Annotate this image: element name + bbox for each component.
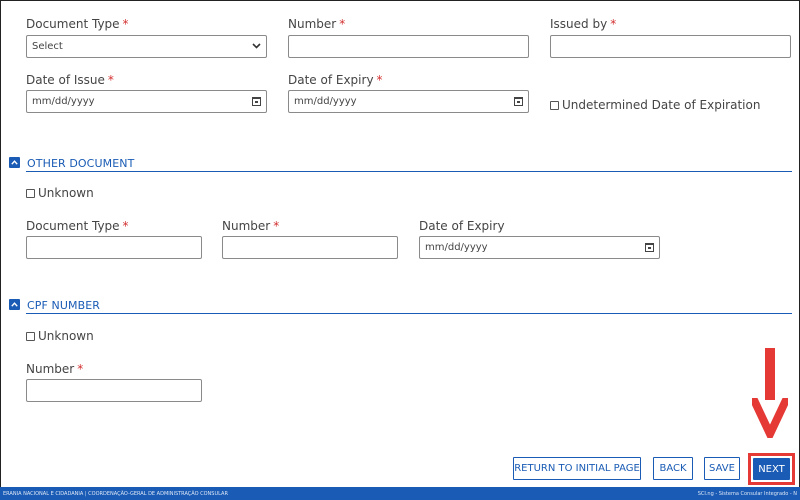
other-doc-type-input[interactable]	[26, 236, 202, 259]
date-issue-placeholder: mm/dd/yyyy	[32, 96, 95, 107]
footer-bar: ERANIA NACIONAL E CIDADANIA | COORDENAÇÃ…	[0, 487, 800, 500]
other-document-title: OTHER DOCUMENT	[27, 157, 135, 170]
other-number-input[interactable]	[222, 236, 398, 259]
footer-right-text: SCI.ng - Sistema Consular Integrado - N	[697, 490, 797, 497]
date-expiry-label: Date of Expiry *	[288, 73, 383, 87]
checkbox-box[interactable]	[26, 331, 35, 341]
other-date-expiry-label: Date of Expiry	[419, 219, 505, 233]
cpf-unknown-checkbox[interactable]: Unknown	[26, 329, 94, 343]
number-label: Number *	[288, 17, 346, 31]
issued-by-label: Issued by *	[550, 17, 617, 31]
doc-type-label: Document Type *	[26, 17, 129, 31]
cpf-collapse-toggle[interactable]	[9, 299, 20, 310]
unknown-label: Unknown	[38, 329, 94, 343]
doc-type-select-value: Select	[32, 41, 63, 52]
date-issue-input[interactable]: mm/dd/yyyy	[26, 90, 267, 113]
number-input[interactable]	[288, 35, 529, 58]
other-document-collapse-toggle[interactable]	[9, 157, 20, 168]
chevron-up-icon	[11, 160, 18, 165]
calendar-icon[interactable]	[514, 97, 523, 106]
next-button[interactable]: NEXT	[753, 458, 790, 480]
calendar-icon[interactable]	[645, 243, 654, 252]
down-arrow-annotation-head	[752, 398, 788, 438]
date-expiry-input[interactable]: mm/dd/yyyy	[288, 90, 529, 113]
issued-by-input[interactable]	[550, 35, 791, 58]
back-button[interactable]: BACK	[653, 457, 693, 480]
chevron-up-icon	[11, 302, 18, 307]
undetermined-expiration-label: Undetermined Date of Expiration	[562, 98, 761, 112]
unknown-label: Unknown	[38, 186, 94, 200]
other-date-expiry-placeholder: mm/dd/yyyy	[425, 242, 488, 253]
other-date-expiry-input[interactable]: mm/dd/yyyy	[419, 236, 660, 259]
save-button[interactable]: SAVE	[704, 457, 740, 480]
return-initial-page-button[interactable]: RETURN TO INITIAL PAGE	[513, 457, 641, 480]
checkbox-box[interactable]	[550, 100, 559, 110]
down-arrow-annotation	[765, 348, 775, 400]
section-divider	[26, 171, 792, 172]
checkbox-box[interactable]	[26, 188, 35, 198]
other-doc-type-label: Document Type *	[26, 219, 129, 233]
section-divider	[26, 313, 792, 314]
cpf-number-label: Number *	[26, 362, 84, 376]
cpf-number-input[interactable]	[26, 379, 202, 402]
other-number-label: Number *	[222, 219, 280, 233]
other-document-unknown-checkbox[interactable]: Unknown	[26, 186, 94, 200]
calendar-icon[interactable]	[252, 97, 261, 106]
footer-left-text: ERANIA NACIONAL E CIDADANIA | COORDENAÇÃ…	[3, 490, 228, 497]
chevron-down-icon	[252, 41, 261, 52]
date-issue-label: Date of Issue *	[26, 73, 114, 87]
cpf-title: CPF NUMBER	[27, 299, 101, 312]
doc-type-select[interactable]: Select	[26, 35, 267, 58]
undetermined-expiration-checkbox[interactable]: Undetermined Date of Expiration	[550, 98, 760, 112]
date-expiry-placeholder: mm/dd/yyyy	[294, 96, 357, 107]
